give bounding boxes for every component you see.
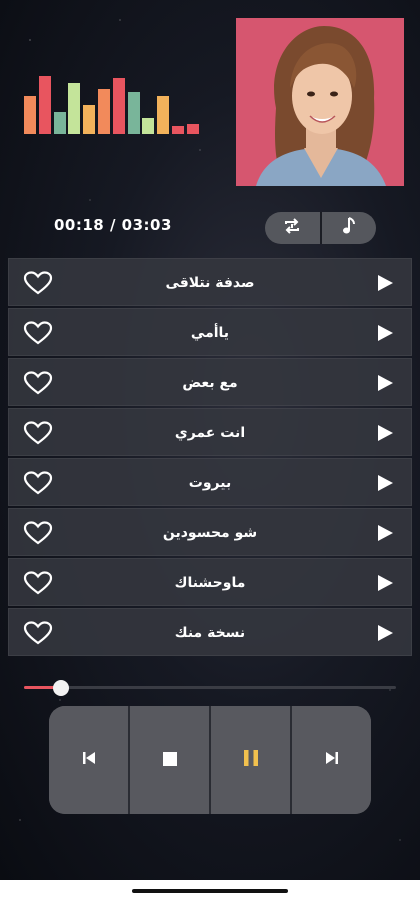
seek-thumb[interactable] (53, 680, 70, 696)
track-title: ياأمي (190, 325, 230, 341)
home-indicator[interactable] (132, 889, 288, 893)
visualizer-bar (157, 96, 170, 134)
pause-button[interactable] (209, 706, 290, 814)
visualizer-bar (112, 78, 125, 134)
heart-icon[interactable] (23, 521, 53, 545)
repeat-icon (282, 216, 302, 240)
track-title: ماوحشناك (174, 575, 246, 591)
heart-icon[interactable] (23, 321, 53, 345)
playlist-row[interactable]: ماوحشناك (8, 558, 412, 606)
visualizer-bar (127, 92, 140, 134)
playlist-row[interactable]: صدفة نتلاقى (8, 258, 412, 306)
visualizer-bar (172, 126, 184, 134)
visualizer-bar (53, 112, 66, 134)
music-button[interactable] (319, 212, 376, 244)
play-icon[interactable] (378, 275, 393, 291)
play-icon[interactable] (378, 575, 393, 591)
play-icon[interactable] (378, 625, 393, 641)
visualizer-bar (186, 124, 199, 134)
seek-track (24, 686, 396, 689)
track-title: انت عمري (174, 425, 246, 441)
visualizer-bar (24, 96, 36, 134)
playlist-row[interactable]: ياأمي (8, 308, 412, 356)
track-title: صدفة نتلاقى (165, 275, 255, 291)
heart-icon[interactable] (23, 471, 53, 495)
heart-icon[interactable] (23, 621, 53, 645)
play-icon[interactable] (378, 475, 393, 491)
stop-button[interactable] (128, 706, 209, 814)
play-icon[interactable] (378, 375, 393, 391)
visualizer-bar (98, 89, 110, 134)
track-title: مع بعض (182, 375, 238, 391)
pause-icon (243, 749, 259, 771)
audio-visualizer (24, 70, 204, 134)
heart-icon[interactable] (23, 371, 53, 395)
track-title: شو محسودين (162, 525, 258, 541)
track-title: نسخة منك (174, 625, 246, 641)
heart-icon[interactable] (23, 271, 53, 295)
heart-icon[interactable] (23, 571, 53, 595)
play-icon[interactable] (378, 425, 393, 441)
next-button[interactable] (290, 706, 371, 814)
track-title: بيروت (188, 475, 232, 491)
visualizer-bar (83, 105, 96, 134)
playlist: صدفة نتلاقى ياأمي مع بعض انت عمري بيروت شو مح… (8, 258, 412, 658)
skip-previous-icon (81, 750, 97, 770)
play-icon[interactable] (378, 525, 393, 541)
playlist-row[interactable]: بيروت (8, 458, 412, 506)
playlist-row[interactable]: انت عمري (8, 408, 412, 456)
visualizer-bar (68, 83, 81, 134)
album-art (236, 18, 404, 186)
heart-icon[interactable] (23, 421, 53, 445)
skip-next-icon (324, 750, 340, 770)
mode-toggle-group (265, 212, 376, 244)
visualizer-bar (142, 118, 155, 134)
repeat-button[interactable] (265, 212, 320, 244)
seek-bar[interactable] (24, 680, 396, 696)
playlist-row[interactable]: مع بعض (8, 358, 412, 406)
stop-icon (162, 751, 177, 770)
visualizer-bar (38, 76, 51, 134)
previous-button[interactable] (49, 706, 128, 814)
play-icon[interactable] (378, 325, 393, 341)
music-note-icon (339, 216, 359, 240)
playlist-row[interactable]: نسخة منك (8, 608, 412, 656)
playlist-row[interactable]: شو محسودين (8, 508, 412, 556)
time-display: 00:18 / 03:03 (54, 216, 172, 234)
playback-controls (49, 706, 371, 814)
